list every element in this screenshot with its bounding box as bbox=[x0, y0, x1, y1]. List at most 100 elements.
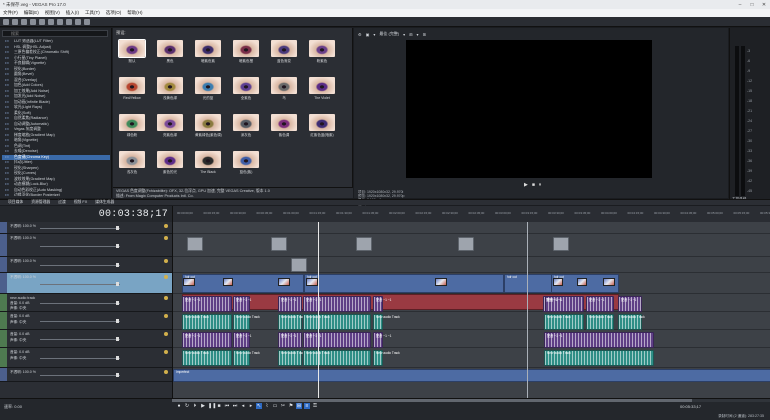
timeline-event[interactable]: 配音 ~1 ~1 bbox=[544, 332, 654, 348]
video-track-header[interactable]: 不透明: 100.0 % bbox=[0, 234, 172, 257]
timeline-event[interactable]: 配音 ~1 ~1 bbox=[373, 296, 391, 312]
tab-transitions[interactable]: 过渡 bbox=[58, 200, 66, 205]
menu-insert[interactable]: 插入(I) bbox=[66, 10, 79, 16]
timeline-event[interactable]: New audio Track bbox=[182, 314, 232, 330]
preset-thumbnail[interactable]: 红紫色蓝(暗紫) bbox=[309, 114, 335, 142]
snap-icon[interactable]: ⊞ bbox=[296, 403, 302, 409]
slider-knob[interactable] bbox=[116, 243, 119, 248]
timeline-event[interactable]: New audio Track bbox=[278, 314, 305, 330]
menu-edit[interactable]: 编辑(E) bbox=[24, 10, 39, 16]
preview-settings-icon[interactable]: ⚙ bbox=[358, 32, 362, 37]
timeline-event[interactable]: 配音 ~1 ~1 bbox=[543, 296, 561, 312]
preset-thumbnail[interactable]: 蓝色渐变 bbox=[271, 40, 297, 68]
envelope-tool-icon[interactable]: ⌇ bbox=[264, 403, 270, 409]
fx-list[interactable]: LUT 筛选器(LUT Filter)HSL 调整(HSL Adjust)三原色… bbox=[2, 39, 110, 196]
track-lane[interactable] bbox=[173, 222, 770, 234]
preview-quality-select[interactable]: 最佳 (完整) bbox=[379, 31, 399, 37]
timeline-event[interactable]: 配音 ~1 ~1 bbox=[233, 332, 251, 348]
fx-search-input[interactable]: 搜索 bbox=[2, 30, 108, 37]
track-fx-icon[interactable] bbox=[164, 296, 168, 300]
preset-thumbnail[interactable]: 黄紫绿色(紫色调) bbox=[195, 114, 222, 142]
preset-thumbnail[interactable]: 默认 bbox=[118, 39, 146, 68]
timeline-scrollbar[interactable] bbox=[172, 399, 770, 402]
track-fx-icon[interactable] bbox=[164, 259, 168, 263]
stop-icon[interactable]: ■ bbox=[216, 403, 222, 409]
tab-media-generators[interactable]: 媒体生成器 bbox=[95, 200, 114, 205]
preset-thumbnail[interactable]: 紫色调 bbox=[271, 114, 297, 142]
prev-frame-icon[interactable]: ◂ bbox=[240, 403, 246, 409]
dropdown-icon[interactable]: ▾ bbox=[417, 32, 419, 37]
slider-knob[interactable] bbox=[116, 319, 119, 323]
timeline-event[interactable]: New audio Track bbox=[586, 314, 614, 330]
paste-icon[interactable] bbox=[84, 18, 90, 25]
timeline-event[interactable]: 配音 ~1 ~1 bbox=[278, 332, 302, 348]
timeline-event[interactable]: 配音 ~1 ~1 bbox=[586, 296, 614, 312]
timeline-event[interactable]: 配音 ~1 ~1 bbox=[233, 296, 251, 312]
pause-button[interactable]: ⏸ bbox=[539, 182, 542, 188]
timeline-event[interactable]: New audio Track bbox=[278, 350, 305, 366]
playback-rate[interactable]: 速率: 0.00 bbox=[4, 404, 22, 410]
cut-icon[interactable] bbox=[66, 18, 72, 25]
timeline-event[interactable]: hdr cut bbox=[304, 274, 504, 293]
track-slider[interactable] bbox=[40, 301, 120, 305]
undo-icon[interactable] bbox=[48, 18, 54, 25]
audio-track-header[interactable]: new audio track 音量: 0.0 dB 声像: 中央 bbox=[0, 294, 172, 312]
preset-thumbnail[interactable]: 浅灰色 bbox=[119, 151, 145, 179]
timeline-event[interactable] bbox=[458, 237, 474, 251]
tab-explorer[interactable]: 资源管理器 bbox=[31, 200, 50, 205]
track-slider[interactable] bbox=[40, 281, 120, 286]
preset-thumbnail[interactable]: 浅黄色绿 bbox=[157, 77, 183, 105]
track-fx-icon[interactable] bbox=[164, 314, 168, 318]
selection-tool-icon[interactable]: ▭ bbox=[272, 403, 278, 409]
timeline-event[interactable]: New audio Track bbox=[233, 314, 260, 330]
timeline-event[interactable]: 配音 ~1 ~1 bbox=[618, 296, 642, 312]
timeline-event[interactable]: Imperfect bbox=[173, 369, 770, 382]
open-file-icon[interactable] bbox=[12, 18, 18, 25]
slider-knob[interactable] bbox=[116, 301, 119, 305]
redo-icon[interactable] bbox=[57, 18, 63, 25]
preset-thumbnail[interactable]: 深灰色 bbox=[233, 114, 259, 142]
slider-knob[interactable] bbox=[116, 356, 119, 360]
track-slider[interactable] bbox=[40, 263, 120, 267]
menu-options[interactable]: 选项(O) bbox=[106, 10, 122, 16]
track-fx-icon[interactable] bbox=[164, 350, 168, 354]
timeline-marker[interactable] bbox=[527, 222, 528, 398]
play-from-start-icon[interactable]: ⏵ bbox=[192, 403, 198, 409]
timeline-event[interactable]: New audio Track bbox=[303, 350, 371, 366]
auto-ripple-icon[interactable]: ≡ bbox=[304, 403, 310, 409]
normal-edit-tool-icon[interactable]: ↖ bbox=[256, 403, 262, 409]
audio-track-header[interactable]: 音量: 0.0 dB 声像: 中央 bbox=[0, 312, 172, 330]
audio-track-header[interactable]: 音量: 0.0 dB 声像: 中央 bbox=[0, 348, 172, 368]
timeline-event[interactable]: New audio Track bbox=[373, 350, 400, 366]
go-end-icon[interactable]: ⏭ bbox=[232, 403, 238, 409]
slider-knob[interactable] bbox=[116, 281, 119, 286]
track-lane[interactable] bbox=[173, 257, 770, 273]
dropdown-icon[interactable]: ▾ bbox=[373, 32, 375, 37]
properties-icon[interactable] bbox=[39, 18, 45, 25]
menu-file[interactable]: 文件(F) bbox=[3, 10, 18, 16]
audio-track-header[interactable]: 音量: 0.0 dB 声像: 中央 bbox=[0, 330, 172, 348]
loop-icon[interactable]: ↻ bbox=[184, 403, 190, 409]
timeline-event[interactable] bbox=[271, 237, 287, 251]
slider-knob[interactable] bbox=[116, 226, 119, 230]
copy-icon[interactable] bbox=[75, 18, 81, 25]
lock-icon[interactable]: ⚿ bbox=[312, 403, 318, 409]
preset-thumbnail[interactable]: 蓝色(紫) bbox=[233, 151, 259, 179]
preset-thumbnail[interactable]: 粉紫色 bbox=[309, 40, 335, 68]
slider-knob[interactable] bbox=[116, 337, 119, 341]
track-fx-icon[interactable] bbox=[164, 370, 168, 374]
timeline-event[interactable] bbox=[356, 237, 372, 251]
timeline-event[interactable]: 配音 ~1 ~1 bbox=[182, 296, 232, 312]
fx-list-item[interactable]: 边缘羽化(Border Posterize) bbox=[2, 193, 110, 196]
menu-tools[interactable]: 工具(T) bbox=[85, 10, 100, 16]
track-slider[interactable] bbox=[40, 337, 120, 341]
preset-thumbnail[interactable]: 绿色粉 bbox=[119, 114, 145, 142]
track-fx-icon[interactable] bbox=[164, 224, 168, 228]
preset-thumbnail[interactable]: 暗紫色橙 bbox=[233, 40, 259, 68]
timeline-event[interactable]: New audio Track bbox=[618, 314, 645, 330]
timeline-event[interactable]: New audio Track bbox=[303, 314, 371, 330]
track-slider[interactable] bbox=[40, 319, 120, 323]
video-track-header[interactable]: 不透明: 100.0 % bbox=[0, 257, 172, 273]
timeline-event[interactable]: New audio Track bbox=[233, 350, 260, 366]
preset-thumbnail[interactable]: 紫色的光 bbox=[157, 151, 183, 179]
